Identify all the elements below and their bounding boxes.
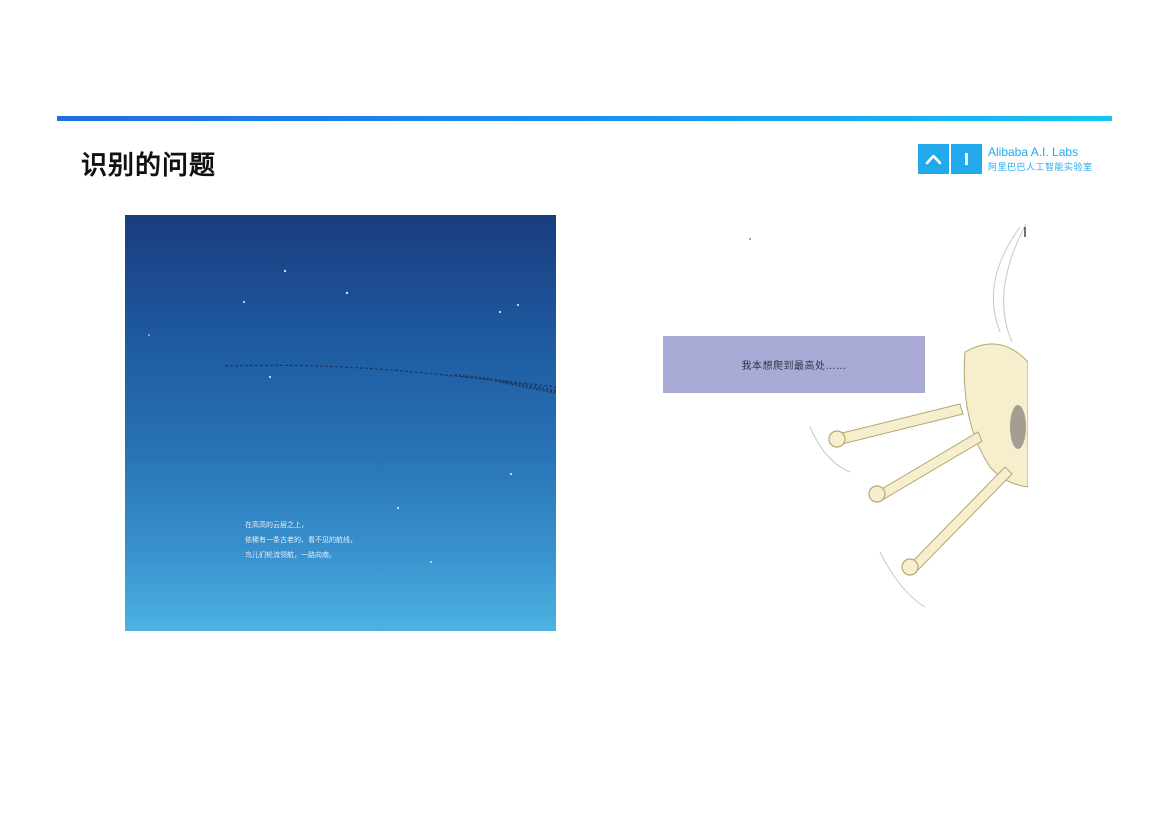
logo-text-cn: 阿里巴巴人工智能实验室 [988, 163, 1093, 173]
logo-a-mark-icon [918, 144, 949, 174]
caption-text: 我本想爬到最高处…… [741, 361, 847, 372]
poem-line: 鸟儿们轮流领航，一路向南。 [245, 551, 336, 559]
alibaba-ai-labs-logo: Alibaba A.I. Labs 阿里巴巴人工智能实验室 [918, 144, 1093, 176]
sky-illustration [148, 269, 556, 563]
poem-line: 在高高的云层之上， [245, 521, 308, 529]
picture-book-page-sky: 在高高的云层之上， 依稀有一条古老的、看不见的航线， 鸟儿们轮流领航，一路向南。 [125, 215, 556, 631]
bird-flock [224, 364, 556, 394]
picture-book-page-sketch: 我本想爬到最高处…… [660, 222, 1028, 617]
sketch-illustration [749, 223, 1028, 608]
poem-line: 依稀有一条古老的、看不见的航线， [245, 536, 357, 544]
slide-title: 识别的问题 [81, 151, 217, 181]
logo-i-mark-icon [951, 144, 982, 174]
caption-box: 我本想爬到最高处…… [663, 336, 925, 393]
logo-text-en: Alibaba A.I. Labs [988, 145, 1079, 159]
poem-text: 在高高的云层之上， 依稀有一条古老的、看不见的航线， 鸟儿们轮流领航，一路向南。 [245, 518, 357, 563]
header-accent-bar [57, 116, 1112, 121]
